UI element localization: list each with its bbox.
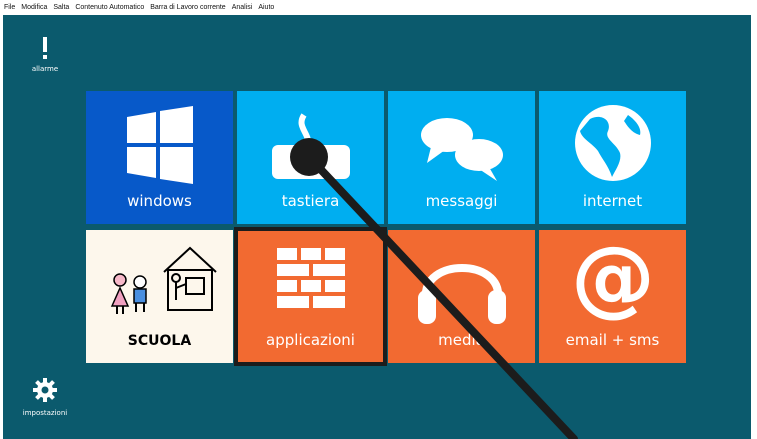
tile-messaggi[interactable]: messaggi [388,91,535,224]
tile-label: messaggi [425,192,498,210]
menu-aiuto[interactable]: Aiuto [258,4,274,11]
tile-label: windows [127,192,192,210]
school-pictogram-icon [110,246,217,314]
menu-salta[interactable]: Salta [53,4,69,11]
tile-label: media [438,331,485,349]
settings-button[interactable]: impostazioni [15,377,75,417]
menu-file[interactable]: File [4,4,15,11]
tile-media[interactable]: media [388,230,535,363]
tile-label: SCUOLA [127,333,192,349]
menu-analisi[interactable]: Analisi [232,4,253,11]
settings-label: impostazioni [22,409,68,417]
at-sign-icon: @ [571,234,655,324]
main-board: allarme impostazioni windows tastiera me… [0,15,757,439]
tile-applicazioni[interactable]: applicazioni [234,227,387,366]
tile-label: applicazioni [266,331,355,349]
tile-windows[interactable]: windows [86,91,233,224]
menu-modifica[interactable]: Modifica [21,4,47,11]
menu-bar: File Modifica Salta Contenuto Automatico… [0,0,757,15]
svg-text:@: @ [571,234,655,324]
keyboard-icon [271,113,350,179]
alarm-label: allarme [31,65,59,73]
menu-contenuto-automatico[interactable]: Contenuto Automatico [75,4,144,11]
tile-label: email + sms [565,331,660,349]
exclamation-icon [43,37,47,59]
menu-barra-di-lavoro[interactable]: Barra di Lavoro corrente [150,4,225,11]
speech-bubbles-icon [420,118,503,181]
apps-grid-icon [276,248,345,308]
headphones-icon [417,264,506,324]
tile-label: internet [582,192,643,210]
globe-icon [574,105,651,181]
tile-email-sms[interactable]: @ email + sms [539,230,686,363]
tile-label: tastiera [281,192,340,210]
tile-scuola[interactable]: SCUOLA [86,230,233,363]
windows-logo-icon [126,106,193,184]
gear-icon [33,378,57,402]
tile-internet[interactable]: internet [539,91,686,224]
tile-tastiera[interactable]: tastiera [237,91,384,224]
alarm-button[interactable]: allarme [15,37,75,73]
